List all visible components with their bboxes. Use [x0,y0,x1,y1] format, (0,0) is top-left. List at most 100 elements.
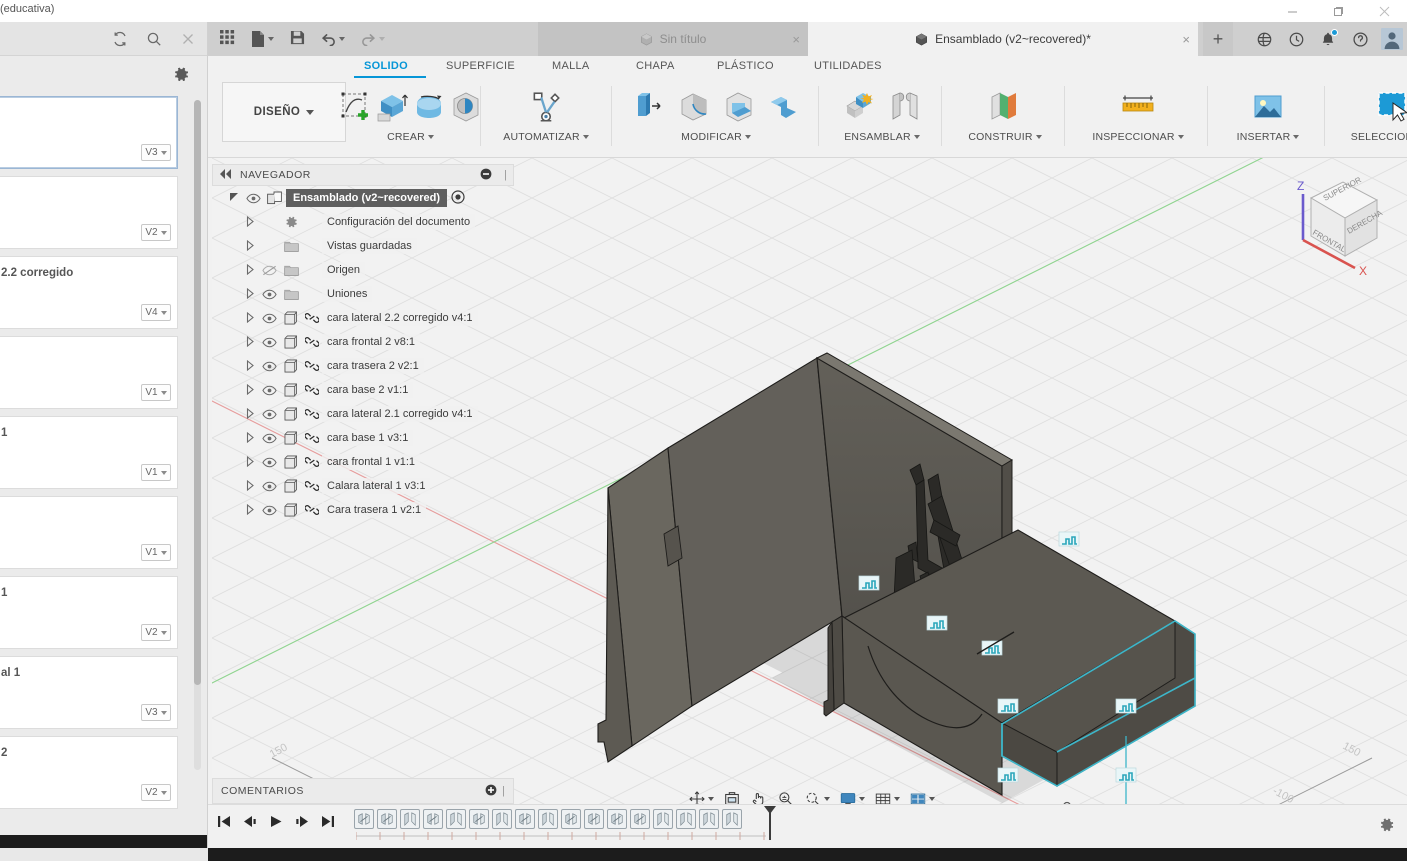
timeline-item-joint[interactable] [423,809,443,829]
data-panel-card[interactable]: 2.2 corregido V4 [0,256,178,329]
insert-image-icon[interactable] [1247,86,1289,128]
link-icon[interactable] [302,360,322,372]
new-sketch-icon[interactable] [338,86,372,128]
offset-face-icon[interactable] [763,86,805,128]
link-icon[interactable] [302,504,322,516]
version-badge[interactable]: V3 [141,144,171,161]
navigator-resize-grip[interactable]: | [504,169,507,181]
shell-icon[interactable] [718,86,760,128]
eye-icon[interactable] [258,361,280,372]
workspace-switcher-button[interactable]: DISEÑO [222,82,346,142]
link-icon[interactable] [302,480,322,492]
version-badge[interactable]: V2 [141,624,171,641]
measure-ruler-icon[interactable] [1117,86,1159,128]
ribbon-group-label[interactable]: CREAR [348,131,473,143]
data-panel-scrollbar[interactable] [194,100,201,770]
skip-start-icon[interactable] [216,812,232,830]
version-badge[interactable]: V1 [141,544,171,561]
navigator-row[interactable]: cara base 2 v1:1 [212,378,514,402]
twisty-collapsed-icon[interactable] [242,455,258,469]
ribbon-group-label[interactable]: AUTOMATIZAR [490,131,602,143]
data-panel-card[interactable]: al 1 V3 [0,656,178,729]
twisty-collapsed-icon[interactable] [242,287,258,301]
version-badge[interactable]: V1 [141,384,171,401]
save-icon[interactable] [290,30,305,48]
timeline-item-rigid[interactable] [492,809,512,829]
search-icon[interactable] [144,29,164,49]
gear-icon[interactable] [173,66,190,86]
data-panel-card[interactable]: 2 V2 [0,736,178,809]
navigator-row[interactable]: cara frontal 1 v1:1 [212,450,514,474]
ribbon-group-label[interactable]: INSPECCIONAR [1074,131,1202,143]
close-icon[interactable] [178,29,198,49]
twisty-collapsed-icon[interactable] [242,215,258,229]
scrollbar-thumb[interactable] [194,100,201,685]
twisty-collapsed-icon[interactable] [242,479,258,493]
minus-circle-icon[interactable] [480,168,492,183]
timeline-item-joint[interactable] [469,809,489,829]
eye-off-icon[interactable] [258,265,280,276]
gear-icon[interactable] [1377,815,1397,835]
collapse-left-icon[interactable] [219,168,232,182]
version-badge[interactable]: V2 [141,784,171,801]
navigator-row[interactable]: Origen [212,258,514,282]
eye-icon[interactable] [258,385,280,396]
new-tab-button[interactable]: + [1203,22,1233,56]
close-icon[interactable]: × [792,32,800,47]
navigator-row[interactable]: cara base 1 v3:1 [212,426,514,450]
twisty-collapsed-icon[interactable] [242,311,258,325]
plus-circle-icon[interactable] [485,784,497,799]
ribbon-tab-solido[interactable]: SOLIDO [358,56,414,72]
timeline-item-rigid[interactable] [676,809,696,829]
twisty-collapsed-icon[interactable] [242,359,258,373]
navigator-row[interactable]: cara frontal 2 v8:1 [212,330,514,354]
joint-icon[interactable] [884,86,926,128]
eye-icon[interactable] [258,313,280,324]
ribbon-group-label[interactable]: INSERTAR [1217,131,1319,143]
timeline-item-joint[interactable] [607,809,627,829]
navigator-root-row[interactable]: Ensamblado (v2~recovered) [212,186,514,210]
revolve-icon[interactable] [412,86,446,128]
timeline-item-rigid[interactable] [446,809,466,829]
data-panel-card[interactable]: 1 V1 [0,416,178,489]
ribbon-group-label[interactable]: MODIFICAR [621,131,811,143]
press-pull-icon[interactable] [628,86,670,128]
timeline-item-rigid[interactable] [653,809,673,829]
undo-icon[interactable] [321,32,345,46]
timeline-item-joint[interactable] [584,809,604,829]
new-file-icon[interactable] [251,31,274,47]
navigator-row[interactable]: Cara trasera 1 v2:1 [212,498,514,522]
timeline-item-joint[interactable] [354,809,374,829]
help-icon[interactable] [1349,28,1371,50]
play-icon[interactable] [268,812,284,830]
ribbon-tab-chapa[interactable]: CHAPA [630,56,681,72]
user-avatar-icon[interactable] [1381,28,1403,50]
twisty-collapsed-icon[interactable] [242,239,258,253]
eye-icon[interactable] [242,193,264,204]
link-icon[interactable] [302,432,322,444]
comments-resize-grip[interactable]: | [502,785,505,797]
radio-dot-icon[interactable] [451,189,465,207]
new-component-icon[interactable] [839,86,881,128]
link-icon[interactable] [302,456,322,468]
ribbon-group-label[interactable]: SELECCIONAR [1334,131,1407,143]
data-panel-card[interactable]: V1 [0,496,178,569]
ribbon-tab-plastico[interactable]: PLÁSTICO [711,56,780,72]
eye-icon[interactable] [258,289,280,300]
timeline-item-joint[interactable] [561,809,581,829]
redo-icon[interactable] [361,32,385,46]
data-panel-card[interactable]: 1 V2 [0,576,178,649]
version-badge[interactable]: V3 [141,704,171,721]
eye-icon[interactable] [258,433,280,444]
document-tab-ensamblado[interactable]: Ensamblado (v2~recovered)* × [808,22,1198,56]
twisty-collapsed-icon[interactable] [242,407,258,421]
close-icon[interactable] [1361,0,1407,22]
navigator-row[interactable]: cara lateral 2.1 corregido v4:1 [212,402,514,426]
step-forward-icon[interactable] [294,812,310,830]
minimize-icon[interactable] [1269,0,1315,22]
ribbon-tab-utilidades[interactable]: UTILIDADES [808,56,888,72]
twisty-expanded-icon[interactable] [226,192,242,205]
sweep-icon[interactable] [449,86,483,128]
ribbon-tab-superficie[interactable]: SUPERFICIE [440,56,521,72]
twisty-collapsed-icon[interactable] [242,503,258,517]
